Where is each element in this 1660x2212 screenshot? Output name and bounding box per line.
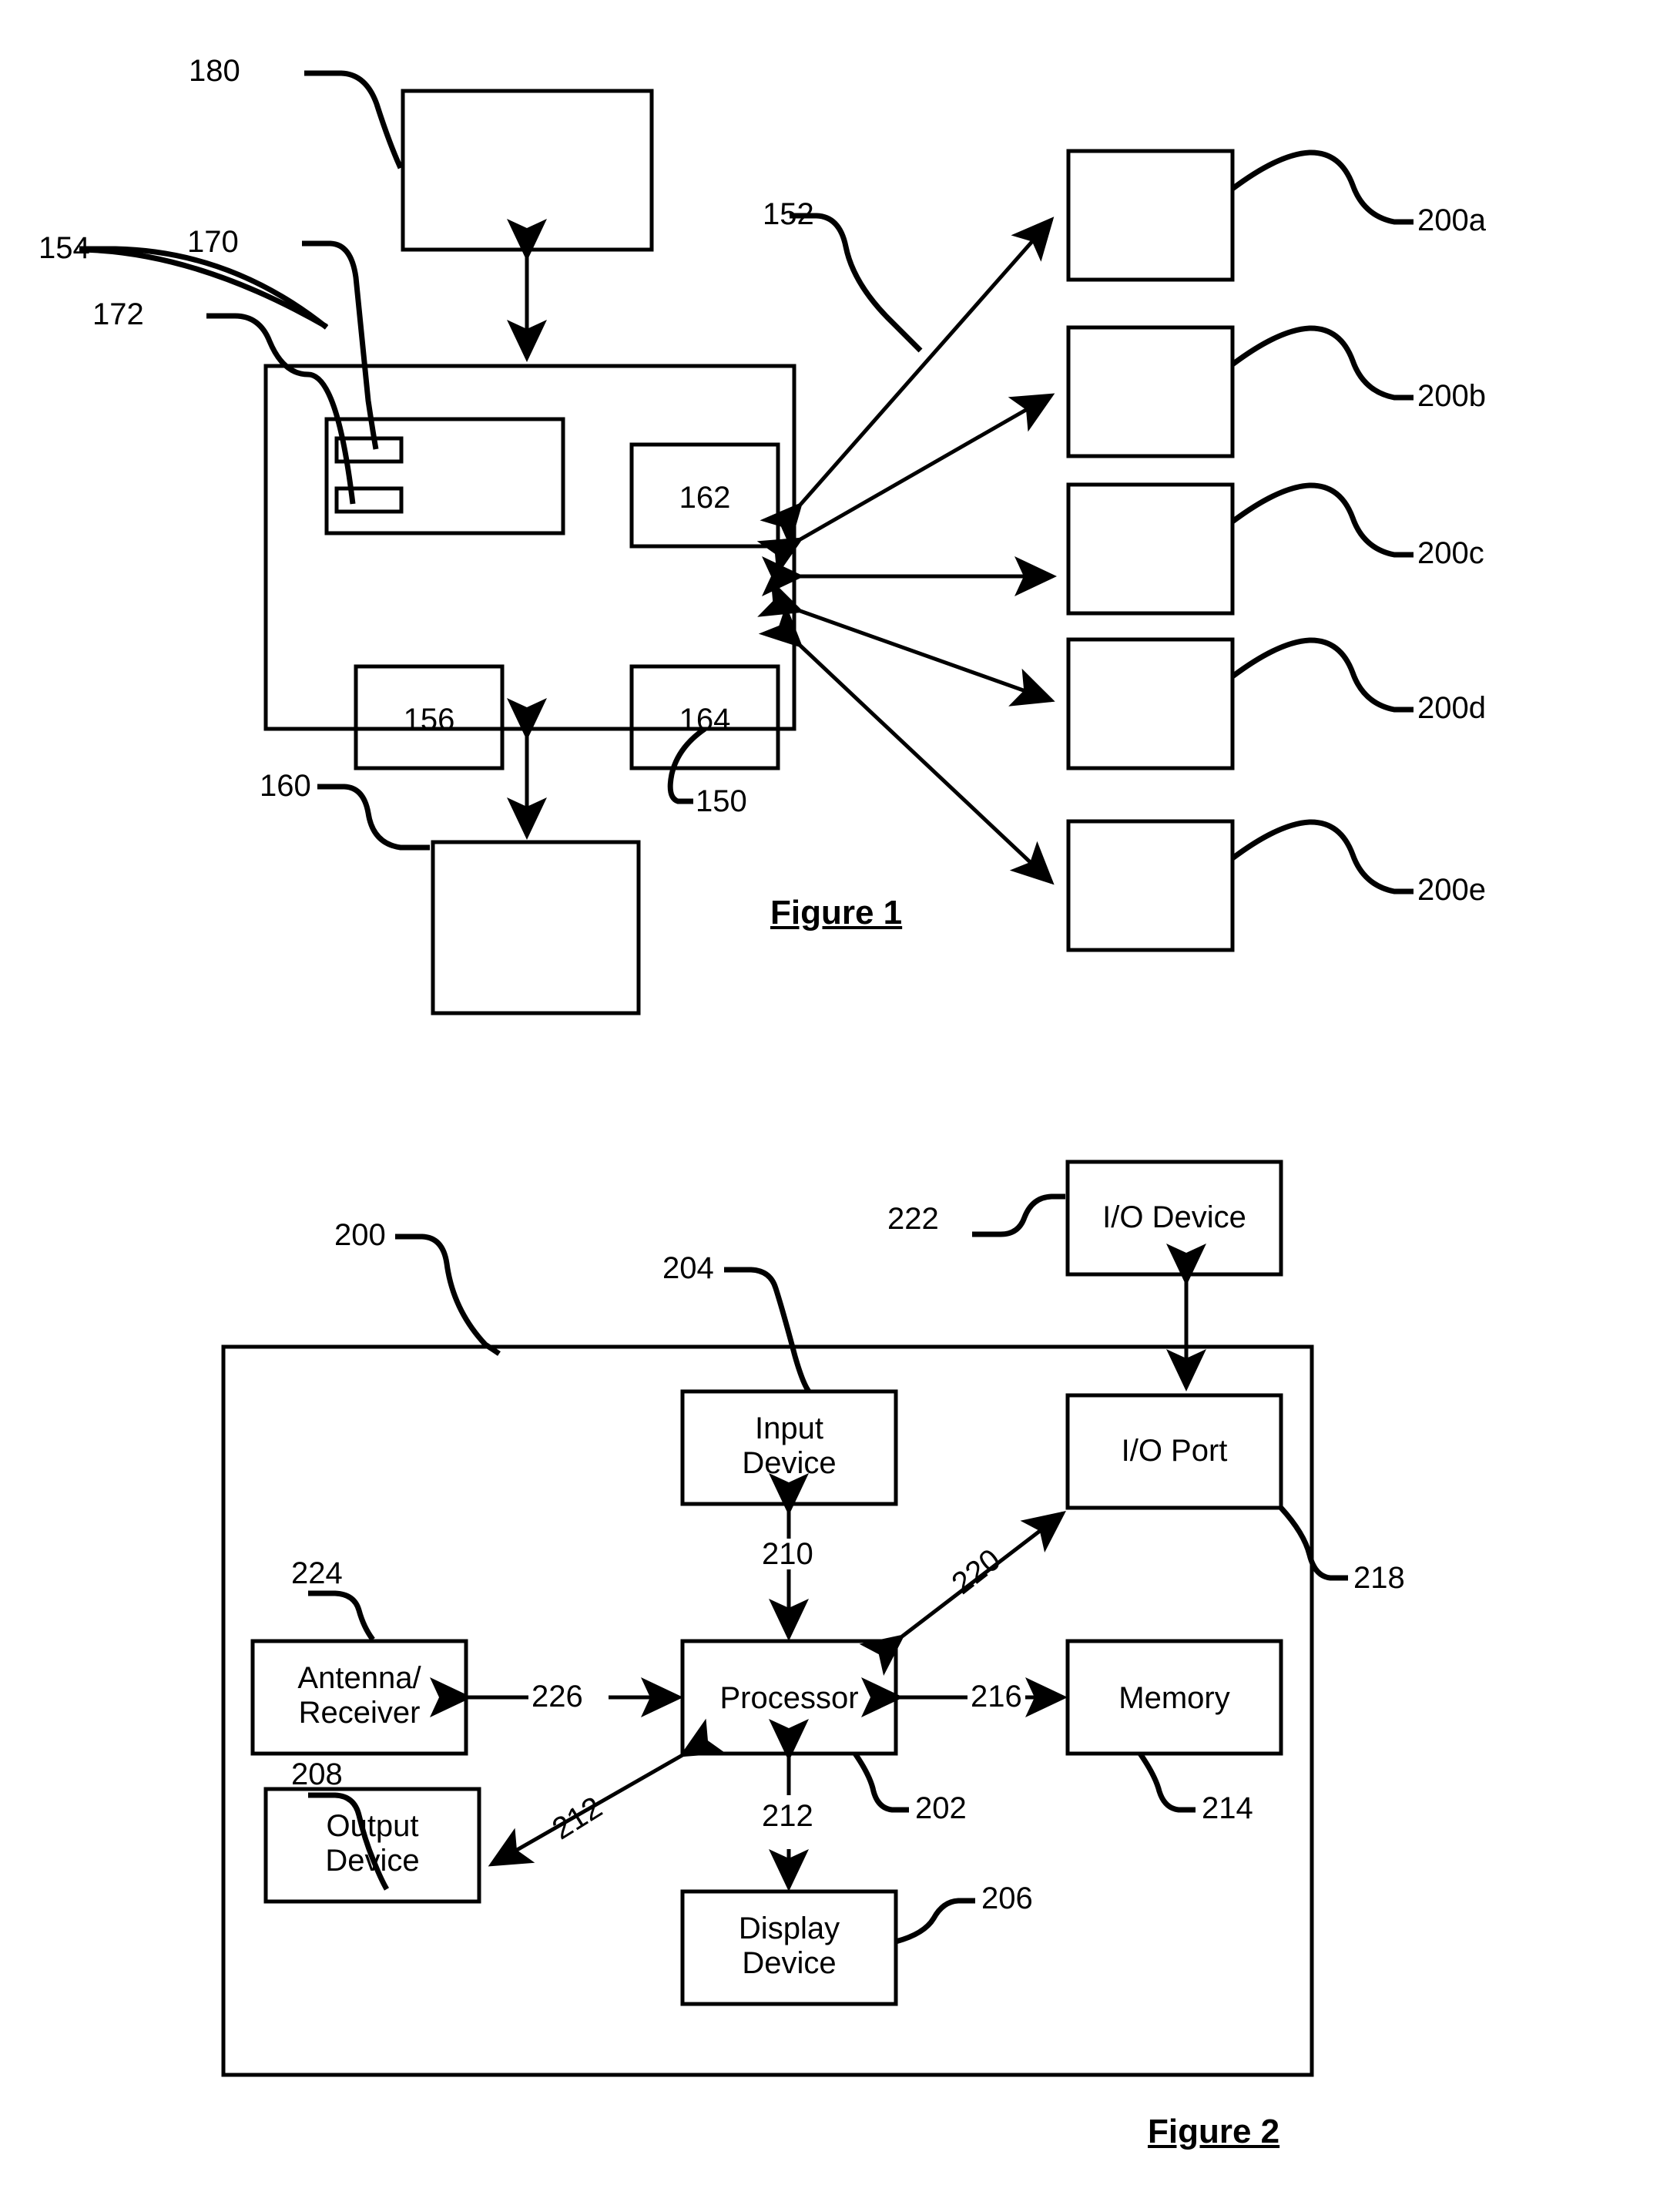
fig1-box-200a [1066, 149, 1235, 282]
ref-210: 210 [759, 1539, 817, 1569]
fig1-box-200d [1066, 637, 1235, 770]
ref-150: 150 [696, 784, 747, 818]
fig1-label-156: 156 [403, 703, 455, 737]
fig2-label-memory: Memory [1118, 1681, 1230, 1715]
fig2-label-processor: Processor [719, 1681, 859, 1715]
fig1-label-164: 164 [679, 703, 731, 737]
ref-152: 152 [763, 197, 814, 231]
ref-204: 204 [662, 1251, 714, 1285]
ref-200d: 200d [1417, 691, 1486, 725]
ref-200e: 200e [1417, 873, 1486, 907]
ref-154: 154 [39, 231, 90, 265]
ref-216: 216 [967, 1681, 1025, 1712]
ref-172: 172 [92, 297, 144, 331]
ref-200a: 200a [1417, 203, 1486, 237]
ref-214: 214 [1202, 1791, 1253, 1825]
ref-200: 200 [334, 1218, 386, 1252]
fig2-label-antenna-receiver: Antenna/ Receiver [297, 1661, 421, 1730]
ref-206: 206 [981, 1881, 1033, 1915]
fig1-box-200e [1066, 819, 1235, 952]
figure1-title: Figure 1 [770, 894, 903, 931]
fig2-label-input-device: Input Device [742, 1411, 837, 1480]
fig2-label-display-device: Display Device [738, 1912, 840, 1980]
ref-218: 218 [1353, 1561, 1405, 1595]
ref-200c: 200c [1417, 536, 1484, 570]
ref-224: 224 [291, 1556, 343, 1590]
fig1-box-154 [324, 417, 565, 535]
fig1-box-200b [1066, 325, 1235, 458]
fig2-label-io-device: I/O Device [1102, 1200, 1246, 1234]
ref-222: 222 [887, 1202, 939, 1236]
fig1-box-170 [334, 436, 404, 464]
figure2-title: Figure 2 [1148, 2113, 1280, 2150]
drawing-vector-layer [79, 70, 1414, 2077]
fig1-box-160 [431, 840, 641, 1015]
ref-202: 202 [915, 1791, 967, 1825]
ref-220: 220 [945, 1542, 1008, 1601]
ref-200b: 200b [1417, 379, 1486, 413]
fig1-box-200c [1066, 482, 1235, 616]
ref-180: 180 [189, 54, 240, 88]
ref-212-diagonal: 212 [546, 1790, 609, 1847]
ref-226: 226 [528, 1681, 586, 1712]
fig1-box-172 [334, 486, 404, 514]
fig2-label-output-device: Output Device [325, 1809, 420, 1878]
ref-160: 160 [260, 769, 311, 803]
fig2-label-io-port: I/O Port [1121, 1434, 1228, 1468]
ref-170: 170 [187, 225, 239, 259]
ref-212-vertical: 212 [759, 1801, 817, 1831]
ref-208: 208 [291, 1757, 343, 1791]
fig1-box-180 [401, 89, 654, 252]
drawing-sheet: 180 170 154 172 156 162 164 150 160 152 … [0, 0, 1660, 2212]
fig1-label-162: 162 [679, 481, 731, 515]
fig1-box-150 [263, 364, 796, 731]
